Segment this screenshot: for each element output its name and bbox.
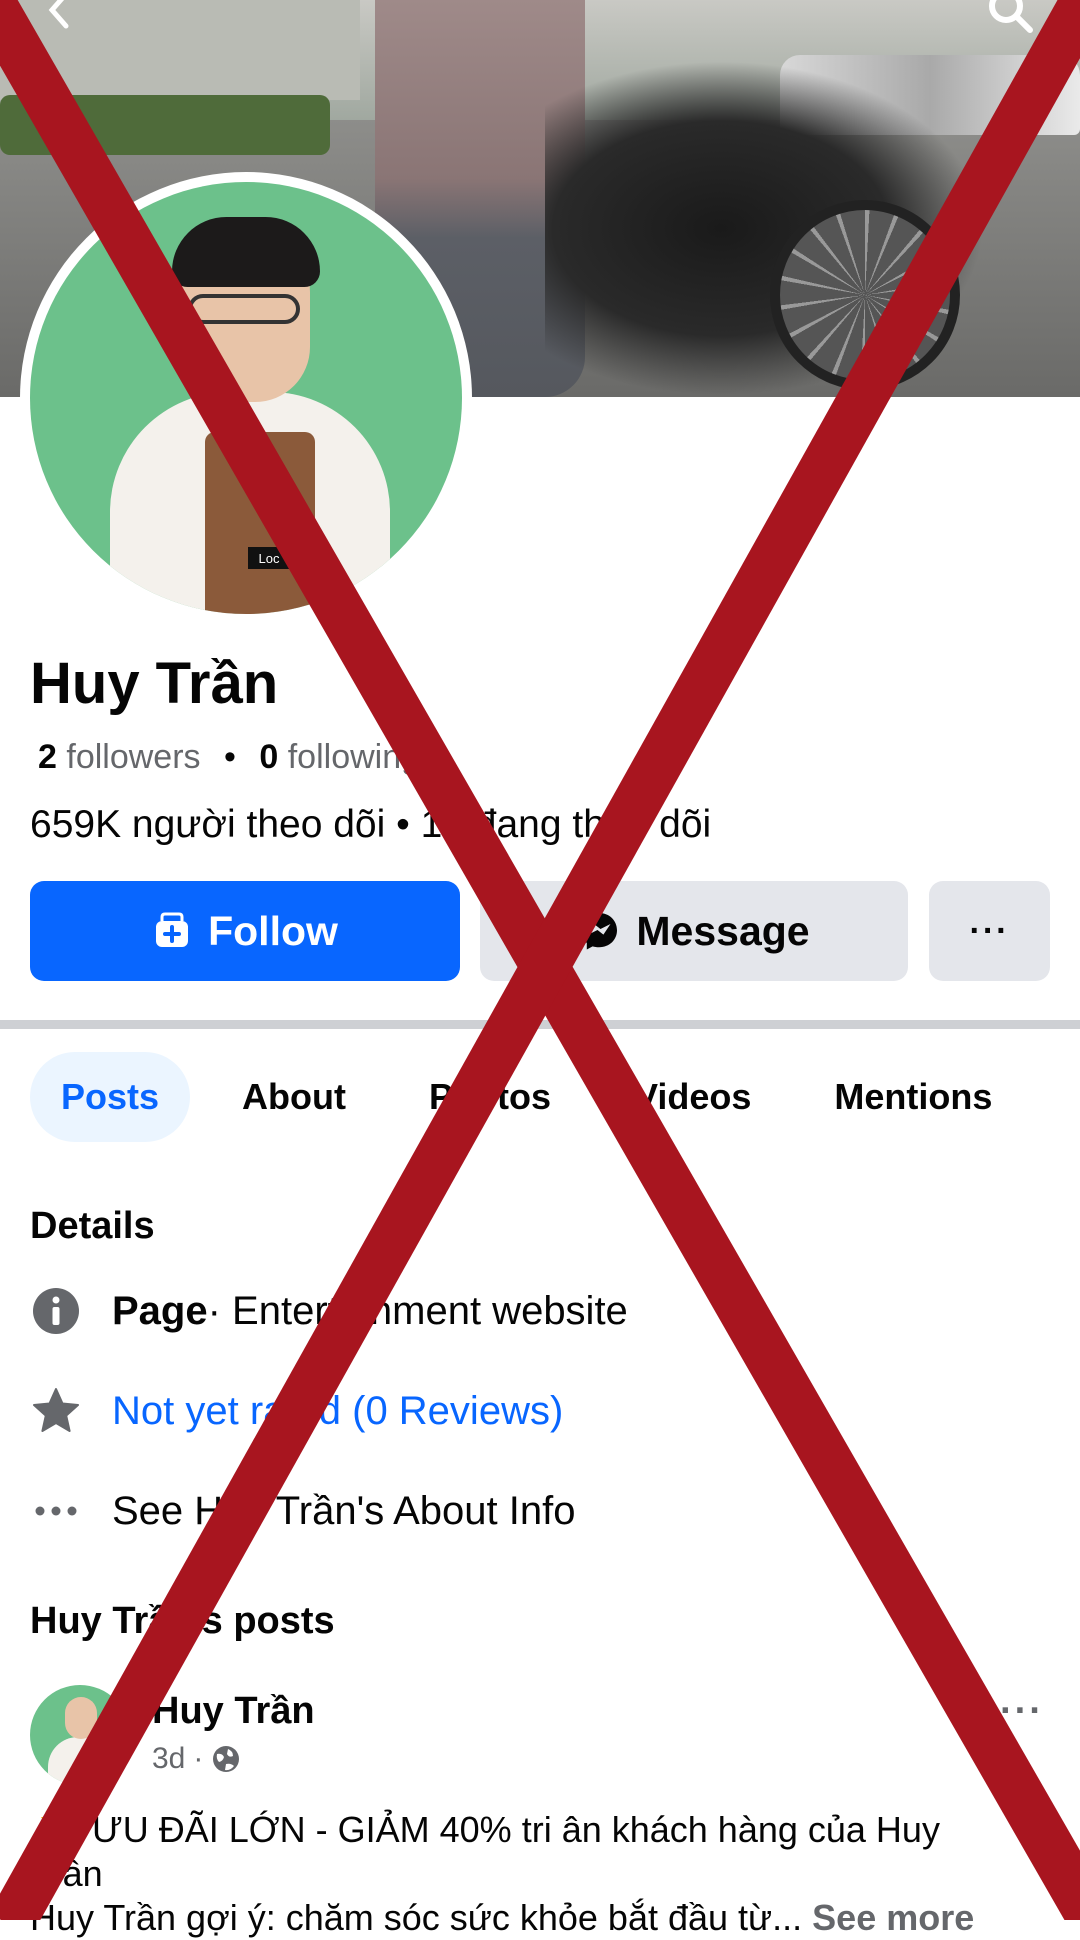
post-meta: 3d · <box>152 1742 241 1776</box>
profile-tabs: Posts About Photos Videos Mentions <box>30 1052 1044 1142</box>
following-count: 0 <box>259 738 279 776</box>
following-label: following <box>287 738 421 776</box>
stats-separator: • <box>224 738 236 776</box>
post-time[interactable]: 3d <box>152 1742 185 1776</box>
tab-about[interactable]: About <box>211 1052 377 1142</box>
chevron-left-icon[interactable] <box>32 0 88 38</box>
star-icon <box>30 1385 82 1437</box>
post-author-name[interactable]: Huy Trần <box>152 1690 315 1733</box>
post-text-line-1: ƯU ĐÃI LỚN - GIẢM 40% tri ân khách hàng … <box>92 1809 940 1850</box>
post-meta-separator: · <box>193 1742 204 1775</box>
avatar-glasses <box>188 294 300 324</box>
post-options-button[interactable]: ··· <box>1000 1690 1044 1733</box>
page-category: · Entertainment website <box>207 1288 628 1333</box>
follow-page-icon <box>152 911 192 951</box>
globe-icon <box>211 1744 241 1774</box>
post-author-avatar[interactable] <box>30 1685 130 1785</box>
followers-label: followers <box>66 738 201 776</box>
tab-posts[interactable]: Posts <box>30 1052 191 1142</box>
cover-hedge <box>0 95 330 155</box>
rating-link[interactable]: Not yet rated (0 Reviews) <box>112 1389 563 1434</box>
follow-button[interactable]: Follow <box>30 881 460 981</box>
post-text-line-3: Huy Trần gợi ý: chăm sóc sức khỏe bắt đầ… <box>30 1897 803 1938</box>
profile-avatar[interactable]: Loc <box>30 182 462 614</box>
message-label: Message <box>636 907 810 954</box>
posts-title: Huy Trần's posts <box>30 1600 335 1642</box>
tab-videos[interactable]: Videos <box>603 1052 782 1142</box>
post-text-line-2: Trần <box>30 1853 103 1894</box>
message-button[interactable]: Message <box>480 881 908 981</box>
section-divider <box>0 1020 1080 1029</box>
post-text: ✨ ƯU ĐÃI LỚN - GIẢM 40% tri ân khách hàn… <box>30 1808 1040 1940</box>
details-title: Details <box>30 1205 155 1247</box>
post-avatar-face <box>65 1697 97 1739</box>
more-options-icon: ··· <box>969 911 1010 950</box>
tab-photos[interactable]: Photos <box>398 1052 582 1142</box>
followers-count: 2 <box>38 738 57 776</box>
search-icon[interactable] <box>982 0 1038 38</box>
sparkle-icon: ✨ <box>30 1809 75 1850</box>
detail-page-category: Page · Entertainment website <box>30 1281 628 1341</box>
tab-mentions[interactable]: Mentions <box>803 1052 1023 1142</box>
profile-name: Huy Trần <box>30 651 279 716</box>
post-avatar-shirt <box>48 1737 114 1785</box>
more-options-button[interactable]: ··· <box>929 881 1050 981</box>
follow-stats[interactable]: 2 followers • 0 following <box>38 738 420 777</box>
cover-wheel <box>770 200 960 390</box>
see-more-link[interactable]: See more <box>812 1897 974 1938</box>
page-label: Page <box>112 1288 208 1333</box>
info-icon <box>30 1285 82 1337</box>
ellipsis-icon <box>30 1485 82 1537</box>
avatar-apron-tag: Loc <box>248 547 290 569</box>
messenger-icon <box>578 910 620 952</box>
avatar-hair <box>172 217 320 287</box>
vn-follow-stats: 659K người theo dõi • 16 đang theo dõi <box>30 803 712 846</box>
follow-label: Follow <box>208 907 338 954</box>
avatar-apron <box>205 432 315 614</box>
detail-rating[interactable]: Not yet rated (0 Reviews) <box>30 1381 563 1441</box>
detail-about-info[interactable]: See Huy Trần's About Info <box>30 1481 575 1541</box>
about-info-link[interactable]: See Huy Trần's About Info <box>112 1489 575 1534</box>
